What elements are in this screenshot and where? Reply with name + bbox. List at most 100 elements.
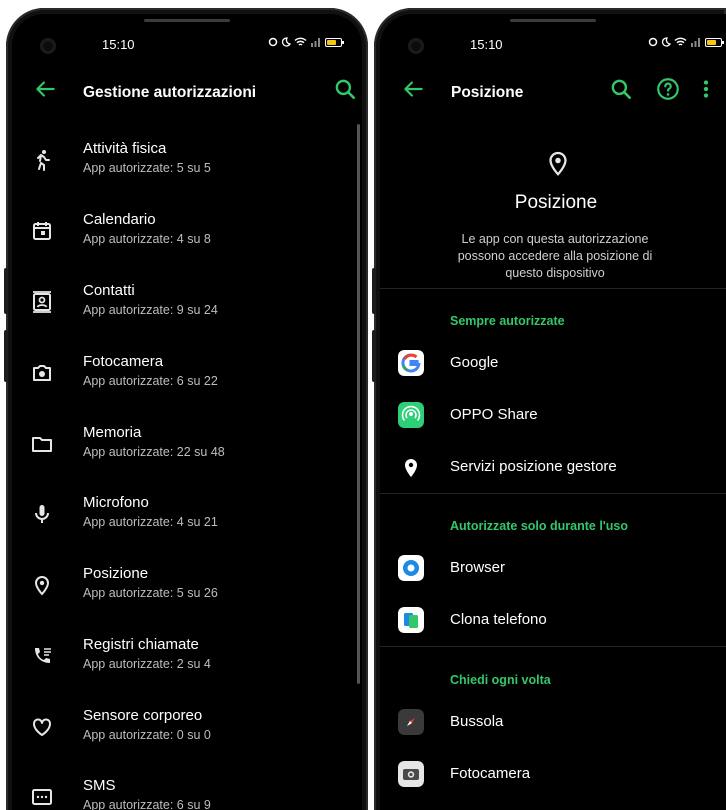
google-app-icon [398, 350, 424, 376]
status-icons [268, 37, 344, 47]
app-name: Servizi posizione gestore [450, 458, 617, 475]
app-name: Bussola [450, 713, 504, 730]
permission-subtitle: App autorizzate: 4 su 21 [83, 515, 218, 529]
battery-icon [705, 37, 724, 47]
status-icons [648, 37, 724, 47]
front-camera [40, 38, 56, 54]
permission-subtitle: App autorizzate: 5 su 5 [83, 161, 211, 175]
permission-subtitle: App autorizzate: 9 su 24 [83, 303, 218, 317]
location-pin-icon [549, 151, 567, 176]
section-header-while-in-use: Autorizzate solo durante l'uso [450, 519, 628, 533]
scrollbar[interactable] [357, 124, 360, 684]
app-row-clona-telefono[interactable]: Clona telefono [380, 595, 726, 645]
app-name: Fotocamera [450, 765, 531, 782]
section-header-always: Sempre autorizzate [450, 314, 565, 328]
sms-icon [32, 789, 52, 805]
permission-title: Memoria [83, 424, 142, 441]
app-row-oppo-share[interactable]: OPPO Share [380, 390, 726, 440]
wifi-icon [674, 37, 687, 46]
app-name: OPPO Share [450, 406, 538, 423]
permission-title: Posizione [83, 565, 149, 582]
permission-item-attivita-fisica[interactable]: Attività fisica App autorizzate: 5 su 5 [12, 140, 352, 210]
search-icon[interactable] [332, 76, 358, 102]
status-time: 15:10 [102, 37, 135, 52]
permission-item-microfono[interactable]: Microfono App autorizzate: 4 su 21 [12, 494, 352, 564]
clone-phone-app-icon [398, 607, 424, 633]
status-time: 15:10 [470, 37, 503, 52]
permission-item-posizione[interactable]: Posizione App autorizzate: 5 su 26 [12, 565, 352, 635]
volume-button [372, 330, 376, 382]
folder-icon [32, 437, 52, 452]
section-header-ask-every-time: Chiedi ogni volta [450, 673, 551, 687]
arrow-back-icon[interactable] [400, 76, 426, 102]
signal-icon [691, 38, 700, 47]
permission-title: Fotocamera [83, 353, 164, 370]
do-not-disturb-icon [281, 37, 291, 47]
permission-title: Calendario [83, 211, 156, 228]
permission-title: Microfono [83, 494, 149, 511]
page-title: Gestione autorizzazioni [83, 84, 257, 101]
permission-item-memoria[interactable]: Memoria App autorizzate: 22 su 48 [12, 424, 352, 494]
permission-subtitle: App autorizzate: 6 su 9 [83, 798, 211, 810]
permission-title: Contatti [83, 282, 135, 299]
permission-subtitle: App autorizzate: 4 su 8 [83, 232, 211, 246]
wifi-icon [294, 37, 307, 46]
earpiece-speaker [144, 19, 230, 22]
permission-manager-screen: 15:10 Gestione autorizzazioni Attività f… [12, 14, 362, 810]
camera-app-icon [398, 761, 424, 787]
permission-item-calendario[interactable]: Calendario App autorizzate: 4 su 8 [12, 211, 352, 281]
permission-title: Registri chiamate [83, 636, 199, 653]
divider [380, 493, 726, 494]
location-permission-screen: 15:10 Posizione Posizione Le app con que… [380, 14, 726, 810]
app-row-bussola[interactable]: Bussola [380, 697, 726, 747]
permission-description: Le app con questa autorizzazione possono… [457, 232, 653, 280]
calendar-icon [33, 222, 51, 240]
location-pin-icon [405, 459, 417, 477]
camera-icon [33, 365, 51, 381]
help-icon[interactable] [655, 76, 681, 102]
permission-subtitle: App autorizzate: 5 su 26 [83, 586, 218, 600]
divider [380, 646, 726, 647]
divider [380, 288, 726, 289]
permission-item-registri-chiamate[interactable]: Registri chiamate App autorizzate: 2 su … [12, 636, 352, 706]
app-row-browser[interactable]: Browser [380, 543, 726, 593]
app-name: Google [450, 354, 499, 371]
permission-title: SMS [83, 777, 116, 794]
app-row-servizi-posizione[interactable]: Servizi posizione gestore [380, 442, 726, 492]
permission-item-fotocamera[interactable]: Fotocamera App autorizzate: 6 su 22 [12, 353, 352, 423]
volume-button [4, 268, 8, 314]
earpiece-speaker [510, 19, 596, 22]
permission-item-sms[interactable]: SMS App autorizzate: 6 su 9 [12, 777, 352, 810]
data-saver-icon [268, 37, 278, 47]
permission-subtitle: App autorizzate: 6 su 22 [83, 374, 218, 388]
permission-subtitle: App autorizzate: 2 su 4 [83, 657, 211, 671]
app-row-google[interactable]: Google [380, 338, 726, 388]
permission-title: Attività fisica [83, 140, 167, 157]
call-log-icon [35, 648, 51, 663]
arrow-back-icon[interactable] [32, 76, 58, 102]
heart-icon [33, 718, 51, 736]
volume-button [372, 268, 376, 314]
browser-app-icon [398, 555, 424, 581]
permission-item-sensore-corporeo[interactable]: Sensore corporeo App autorizzate: 0 su 0 [12, 707, 352, 777]
front-camera [408, 38, 424, 54]
app-name: Clona telefono [450, 611, 547, 628]
permission-subtitle: App autorizzate: 0 su 0 [83, 728, 211, 742]
location-pin-icon [34, 576, 50, 596]
phone-frame-left: 15:10 Gestione autorizzazioni Attività f… [6, 8, 368, 810]
app-row-fotocamera[interactable]: Fotocamera [380, 749, 726, 799]
volume-button [4, 330, 8, 382]
permission-subtitle: App autorizzate: 22 su 48 [83, 445, 225, 459]
running-person-icon [37, 150, 50, 171]
permission-title: Sensore corporeo [83, 707, 203, 724]
page-title: Posizione [451, 84, 524, 101]
more-vert-icon[interactable] [698, 76, 714, 102]
search-icon[interactable] [608, 76, 634, 102]
compass-app-icon [398, 709, 424, 735]
data-saver-icon [648, 37, 658, 47]
contacts-icon [33, 291, 51, 313]
battery-icon [325, 37, 344, 47]
permission-header-title: Posizione [514, 192, 598, 213]
microphone-icon [35, 505, 49, 523]
permission-item-contatti[interactable]: Contatti App autorizzate: 9 su 24 [12, 282, 352, 352]
